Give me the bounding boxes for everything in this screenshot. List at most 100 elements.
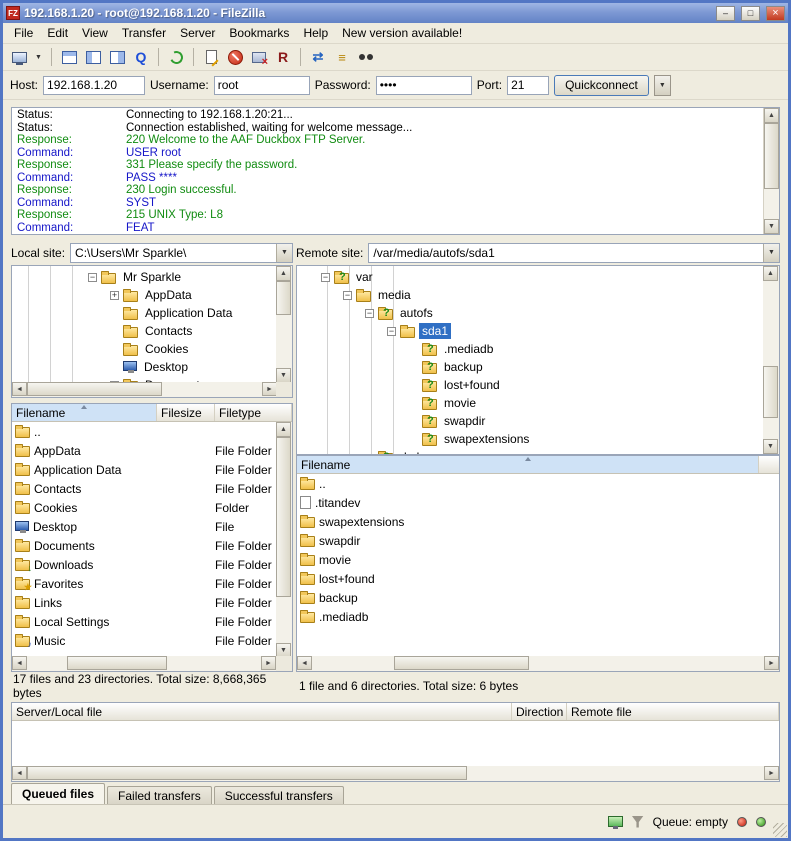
- scrollbar-thumb[interactable]: [276, 281, 291, 315]
- menu-item-file[interactable]: File: [7, 24, 40, 42]
- file-row[interactable]: ♪MusicFile Folder: [12, 631, 292, 650]
- file-row[interactable]: Local SettingsFile Folder: [12, 612, 292, 631]
- file-row[interactable]: DesktopFile: [12, 517, 292, 536]
- reconnect-icon[interactable]: R: [272, 47, 294, 68]
- remote-tree-item-sda1[interactable]: −sda1: [297, 322, 779, 340]
- file-row[interactable]: AppDataFile Folder: [12, 441, 292, 460]
- file-row[interactable]: ContactsFile Folder: [12, 479, 292, 498]
- scrollbar-thumb[interactable]: [394, 656, 529, 670]
- file-row[interactable]: ★FavoritesFile Folder: [12, 574, 292, 593]
- scroll-left-icon[interactable]: ◄: [12, 382, 27, 396]
- scroll-left-icon[interactable]: ◄: [297, 656, 312, 670]
- scroll-down-icon[interactable]: ▼: [763, 439, 778, 454]
- local-tree-item-appdata[interactable]: +AppData: [12, 286, 292, 304]
- toggle-local-tree-icon[interactable]: [82, 47, 104, 68]
- remote-file-list[interactable]: Filename ...titandevswapextensionsswapdi…: [296, 455, 780, 672]
- remote-tree-item-media[interactable]: −media: [297, 286, 779, 304]
- remote-tree-item-swapdir[interactable]: swapdir: [297, 412, 779, 430]
- menu-item-bookmarks[interactable]: Bookmarks: [222, 24, 296, 42]
- menu-item-edit[interactable]: Edit: [40, 24, 75, 42]
- host-input[interactable]: [43, 76, 145, 95]
- scrollbar-thumb[interactable]: [27, 382, 162, 396]
- remote-tree-item-swapextensions[interactable]: swapextensions: [297, 430, 779, 448]
- queue-column-direction[interactable]: Direction: [512, 703, 567, 720]
- file-row[interactable]: ..: [12, 422, 292, 441]
- local-file-list[interactable]: FilenameFilesizeFiletype ..AppDataFile F…: [11, 403, 293, 672]
- remote-tree-item-var[interactable]: −var: [297, 268, 779, 286]
- port-input[interactable]: [507, 76, 549, 95]
- tab-successful-transfers[interactable]: Successful transfers: [214, 786, 344, 804]
- file-row[interactable]: Application DataFile Folder: [12, 460, 292, 479]
- close-button[interactable]: ×: [766, 6, 785, 21]
- minus-expander-icon[interactable]: −: [343, 291, 352, 300]
- column-header-filesize[interactable]: Filesize: [157, 404, 215, 421]
- resize-grip[interactable]: [773, 823, 787, 837]
- minus-expander-icon[interactable]: −: [321, 273, 330, 282]
- site-manager-icon[interactable]: [8, 47, 30, 68]
- local-list-vertical-scrollbar[interactable]: ▲ ▼: [276, 422, 292, 658]
- find-icon[interactable]: [355, 47, 377, 68]
- message-log[interactable]: Status:Connecting to 192.168.1.20:21...S…: [11, 107, 780, 235]
- file-row[interactable]: swapdir: [297, 531, 779, 550]
- refresh-icon[interactable]: [165, 47, 187, 68]
- file-row[interactable]: .titandev: [297, 493, 779, 512]
- tab-failed-transfers[interactable]: Failed transfers: [107, 786, 212, 804]
- column-header-filename[interactable]: Filename: [12, 404, 157, 421]
- chevron-down-icon[interactable]: ▼: [763, 244, 779, 262]
- file-row[interactable]: .mediadb: [297, 607, 779, 626]
- menu-item-server[interactable]: Server: [173, 24, 222, 42]
- remote-tree-item-movie[interactable]: movie: [297, 394, 779, 412]
- chevron-down-icon[interactable]: ▼: [276, 244, 292, 262]
- scroll-right-icon[interactable]: ►: [764, 656, 779, 670]
- compare-icon[interactable]: ⇄: [307, 47, 329, 68]
- local-tree-item-cookies[interactable]: Cookies: [12, 340, 292, 358]
- plus-expander-icon[interactable]: +: [110, 291, 119, 300]
- scroll-up-icon[interactable]: ▲: [764, 108, 779, 123]
- minus-expander-icon[interactable]: −: [365, 309, 374, 318]
- maximize-button[interactable]: □: [741, 6, 760, 21]
- toggle-queue-icon[interactable]: Q: [130, 47, 152, 68]
- scrollbar-thumb[interactable]: [764, 123, 779, 189]
- transfer-queue-panel[interactable]: Server/Local fileDirectionRemote file ◄ …: [11, 702, 780, 782]
- local-site-combobox[interactable]: C:\Users\Mr Sparkle\ ▼: [70, 243, 293, 263]
- remote-tree-item-lost-found[interactable]: lost+found: [297, 376, 779, 394]
- remote-tree-item-dvd[interactable]: dvd: [297, 448, 779, 455]
- local-tree-vertical-scrollbar[interactable]: ▲ ▼: [276, 266, 292, 383]
- log-vertical-scrollbar[interactable]: ▲ ▼: [763, 108, 779, 234]
- column-header-filetype[interactable]: Filetype: [215, 404, 292, 421]
- scroll-right-icon[interactable]: ►: [261, 656, 276, 670]
- minimize-button[interactable]: –: [716, 6, 735, 21]
- file-row[interactable]: swapextensions: [297, 512, 779, 531]
- local-tree-item-application-data[interactable]: Application Data: [12, 304, 292, 322]
- scroll-right-icon[interactable]: ►: [262, 382, 277, 396]
- remote-tree-item-backup[interactable]: backup: [297, 358, 779, 376]
- local-tree-item-contacts[interactable]: Contacts: [12, 322, 292, 340]
- scroll-left-icon[interactable]: ◄: [12, 766, 27, 780]
- scroll-left-icon[interactable]: ◄: [12, 656, 27, 670]
- menu-item-view[interactable]: View: [75, 24, 115, 42]
- file-row[interactable]: lost+found: [297, 569, 779, 588]
- sync-browsing-icon[interactable]: ≡: [331, 47, 353, 68]
- title-bar[interactable]: FZ 192.168.1.20 - root@192.168.1.20 - Fi…: [3, 3, 788, 23]
- file-row[interactable]: backup: [297, 588, 779, 607]
- scroll-up-icon[interactable]: ▲: [276, 422, 291, 437]
- toggle-remote-tree-icon[interactable]: [106, 47, 128, 68]
- queue-column-server-local-file[interactable]: Server/Local file: [12, 703, 512, 720]
- file-row[interactable]: LinksFile Folder: [12, 593, 292, 612]
- remote-tree-vertical-scrollbar[interactable]: ▲ ▼: [763, 266, 779, 454]
- quickconnect-button[interactable]: Quickconnect: [554, 75, 649, 96]
- activity-monitor-icon[interactable]: [608, 816, 623, 827]
- menu-item-transfer[interactable]: Transfer: [115, 24, 173, 42]
- scroll-down-icon[interactable]: ▼: [276, 368, 291, 383]
- local-list-horizontal-scrollbar[interactable]: ◄ ►: [12, 656, 276, 671]
- queue-horizontal-scrollbar[interactable]: ◄ ►: [12, 766, 779, 781]
- remote-tree-item-mediadb[interactable]: .mediadb: [297, 340, 779, 358]
- file-row[interactable]: movie: [297, 550, 779, 569]
- scroll-up-icon[interactable]: ▲: [276, 266, 291, 281]
- cancel-icon[interactable]: [224, 47, 246, 68]
- filter-icon[interactable]: [632, 816, 644, 828]
- queue-column-remote-file[interactable]: Remote file: [567, 703, 779, 720]
- local-directory-tree[interactable]: −Mr Sparkle+AppDataApplication DataConta…: [11, 265, 293, 398]
- quickconnect-dropdown-icon[interactable]: ▼: [654, 75, 671, 96]
- local-tree-item-desktop[interactable]: Desktop: [12, 358, 292, 376]
